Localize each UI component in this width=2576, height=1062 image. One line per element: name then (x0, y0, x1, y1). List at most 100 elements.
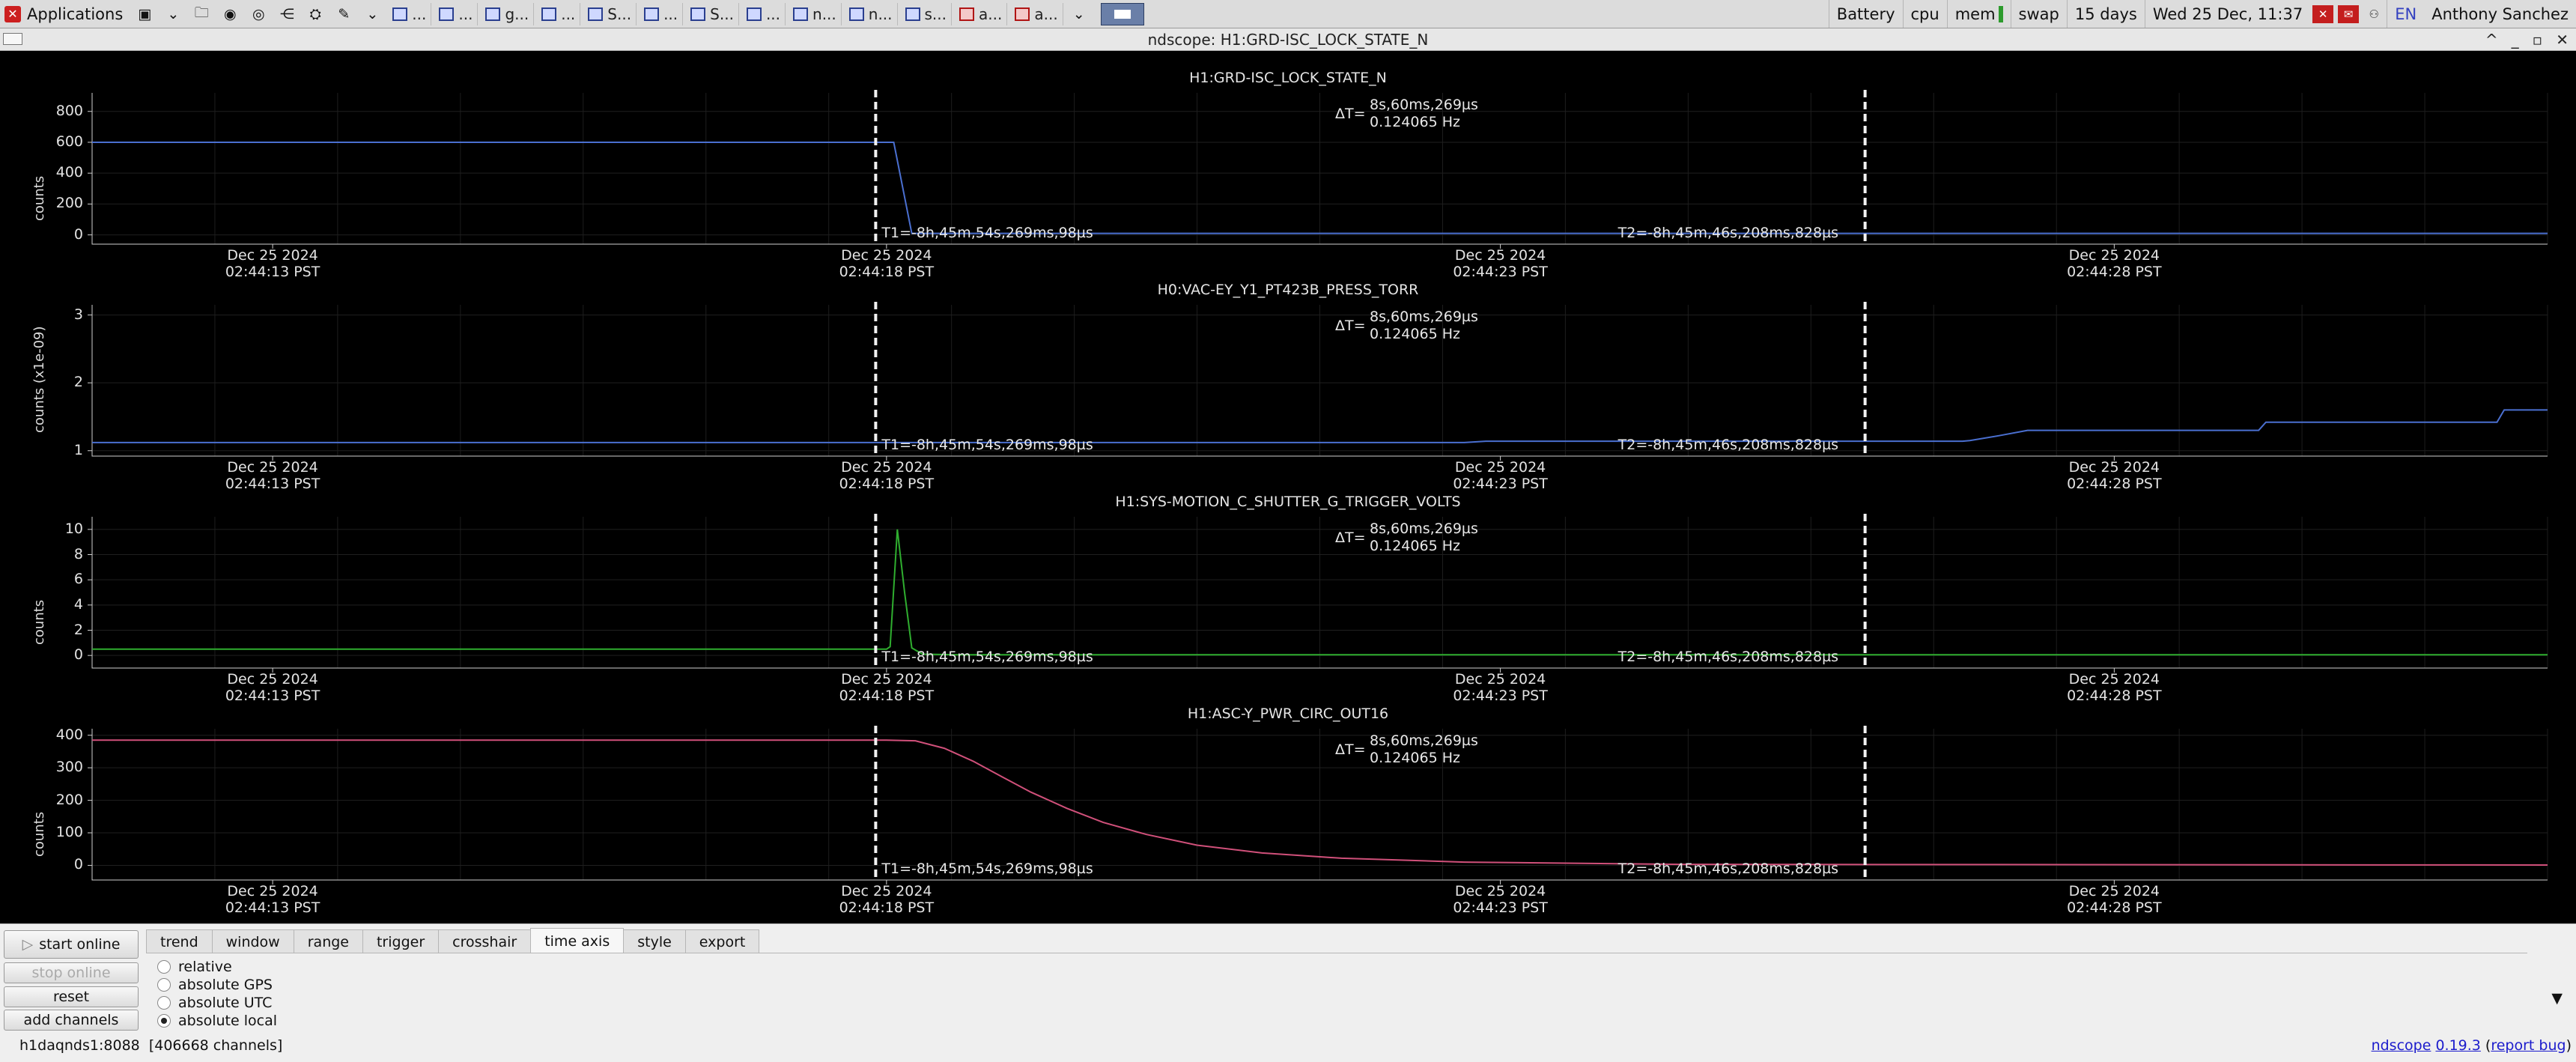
delta-frequency: 0.124065 Hz (1370, 326, 1460, 342)
taskbar-task[interactable]: a... (1010, 2, 1063, 25)
clock[interactable]: Wed 25 Dec, 11:37 (2144, 0, 2310, 28)
maximize-window-button[interactable]: ▫ (2533, 31, 2543, 49)
tab-range[interactable]: range (293, 929, 363, 953)
time-axis-option-absolute-local[interactable]: absolute local (157, 1013, 277, 1029)
y-tick-label: 600 (55, 133, 83, 150)
firefox-launcher-icon[interactable]: ◉ (218, 3, 242, 25)
pdf-tray-icon[interactable]: ✕ (2312, 4, 2334, 23)
taskbar-task[interactable]: s... (901, 2, 953, 25)
tab-style[interactable]: style (623, 929, 686, 953)
delta-symbol: ΔT= (1335, 106, 1366, 122)
start-online-button[interactable]: ▷ start online (4, 930, 139, 959)
window-icon (848, 7, 864, 21)
taskbar-task[interactable]: ... (434, 2, 479, 25)
taskbar-task[interactable]: S... (686, 2, 739, 25)
window-icon (746, 7, 762, 21)
close-window-button[interactable]: ✕ (2556, 31, 2569, 49)
time-axis-option-relative[interactable]: relative (157, 959, 232, 975)
taskbar-task-label: S... (607, 4, 632, 23)
folder-launcher-icon[interactable]: 🗀 (189, 3, 213, 25)
user-menu[interactable]: Anthony Sanchez (2424, 0, 2576, 28)
firefox-icon (439, 7, 455, 21)
tab-trend[interactable]: trend (146, 929, 213, 953)
radio-button[interactable] (157, 978, 171, 992)
plot-title: H1:ASC-Y_PWR_CIRC_OUT16 (1187, 706, 1389, 722)
terminal-launcher-icon[interactable]: ▣ (133, 3, 157, 25)
x-tick-date: Dec 25 2024 (2068, 459, 2160, 476)
network-launcher-icon[interactable]: ⛭ (303, 3, 327, 25)
delta-readout: ΔT= 8s,60ms,269µs 0.124065 Hz (1335, 309, 1478, 343)
control-panel: ▷ start online stop online reset add chan… (0, 923, 2576, 1062)
plot-panel[interactable]: H1:SYS-MOTION_C_SHUTTER_G_TRIGGER_VOLTS c… (0, 475, 2576, 701)
plot-panel[interactable]: H1:ASC-Y_PWR_CIRC_OUT16 counts 400 300 200 10… (0, 687, 2576, 913)
window-icon (588, 7, 604, 21)
radio-button[interactable] (157, 960, 171, 974)
x-tick-label: Dec 25 2024 02:44:13 PST (205, 883, 340, 913)
t1-cursor-label: T1=-8h,45m,54s,269ms,98µs (881, 649, 1093, 665)
y-tick-label: 300 (55, 759, 83, 776)
tab-crosshair[interactable]: crosshair (438, 929, 532, 953)
plot-panel[interactable]: H0:VAC-EY_Y1_PT423B_PRESS_TORR counts (x1… (0, 263, 2576, 489)
chrome-launcher-icon[interactable]: ◎ (246, 3, 270, 25)
time-axis-option-absolute-UTC[interactable]: absolute UTC (157, 995, 272, 1011)
ndscope-link[interactable]: ndscope (2372, 1037, 2431, 1054)
radio-label: absolute GPS (178, 977, 273, 993)
taskbar-task[interactable]: g... (481, 2, 535, 25)
taskbar-task[interactable]: n... (789, 2, 842, 25)
chevron-down-icon[interactable]: ⌄ (1067, 3, 1091, 25)
delta-frequency: 0.124065 Hz (1370, 114, 1460, 130)
report-bug-link[interactable]: report bug (2491, 1037, 2566, 1054)
battery-indicator[interactable]: Battery (1828, 0, 1903, 28)
applications-menu-button[interactable]: ✕ Applications (0, 0, 130, 28)
chevron-down-icon[interactable]: ⌄ (161, 3, 185, 25)
plot-area[interactable]: H1:GRD-ISC_LOCK_STATE_N counts 800 600 400 20… (0, 51, 2576, 923)
y-tick-label: 100 (55, 824, 83, 840)
mem-indicator[interactable]: mem (1946, 0, 2011, 28)
x-tick-date: Dec 25 2024 (1454, 671, 1546, 688)
mail-tray-icon[interactable]: ✉ (2338, 4, 2360, 23)
plot-panel[interactable]: H1:GRD-ISC_LOCK_STATE_N counts 800 600 400 20… (0, 51, 2576, 277)
shade-window-button[interactable]: ^ (2485, 31, 2498, 49)
radio-button[interactable] (157, 1014, 171, 1028)
version-link[interactable]: 0.19.3 (2435, 1037, 2480, 1054)
collapse-panel-icon[interactable]: ▼ (2551, 990, 2563, 1007)
taskbar-task[interactable]: S... (583, 2, 637, 25)
editor-launcher-icon[interactable]: ✎ (332, 3, 356, 25)
swap-indicator[interactable]: swap (2010, 0, 2067, 28)
taskbar-task[interactable]: ... (640, 2, 684, 25)
taskbar-task[interactable]: n... (845, 2, 898, 25)
time-axis-option-absolute-GPS[interactable]: absolute GPS (157, 977, 273, 993)
cpu-indicator[interactable]: cpu (1902, 0, 1947, 28)
tab-export[interactable]: export (684, 929, 760, 953)
delta-symbol: ΔT= (1335, 318, 1366, 334)
add-channels-button[interactable]: add channels (4, 1010, 139, 1031)
share-launcher-icon[interactable]: ⋲ (275, 3, 299, 25)
active-window-button[interactable] (1100, 2, 1144, 25)
minimize-window-button[interactable]: _ (2512, 31, 2519, 49)
keyboard-layout-indicator[interactable]: EN (2387, 0, 2424, 28)
taskbar-task[interactable]: ... (388, 2, 432, 25)
y-tick-label: 0 (73, 225, 83, 243)
y-tick-label: 6 (73, 571, 83, 588)
y-tick-label: 2 (73, 374, 83, 391)
chevron-down-icon[interactable]: ⌄ (360, 3, 384, 25)
network-tray-icon[interactable]: ⚇ (2363, 5, 2384, 23)
window-menu-icon[interactable] (3, 33, 22, 45)
x-tick-date: Dec 25 2024 (1454, 247, 1546, 264)
taskbar-task-label: ... (765, 4, 781, 23)
tab-trigger[interactable]: trigger (362, 929, 440, 953)
taskbar-task[interactable]: ... (537, 2, 581, 25)
tab-time-axis[interactable]: time axis (530, 928, 625, 953)
tab-window[interactable]: window (211, 929, 294, 953)
reset-button[interactable]: reset (4, 986, 139, 1007)
stop-online-label: stop online (31, 965, 111, 981)
taskbar-task[interactable]: a... (955, 2, 1008, 25)
y-tick-label: 400 (55, 164, 83, 181)
delta-symbol: ΔT= (1335, 741, 1366, 758)
taskbar-task[interactable]: ... (742, 2, 786, 25)
delta-readout: ΔT= 8s,60ms,269µs 0.124065 Hz (1335, 732, 1478, 767)
delta-time: 8s,60ms,269µs (1370, 732, 1478, 749)
plot-title: H1:GRD-ISC_LOCK_STATE_N (1189, 70, 1387, 86)
pdf-icon (1015, 7, 1030, 21)
radio-button[interactable] (157, 996, 171, 1010)
